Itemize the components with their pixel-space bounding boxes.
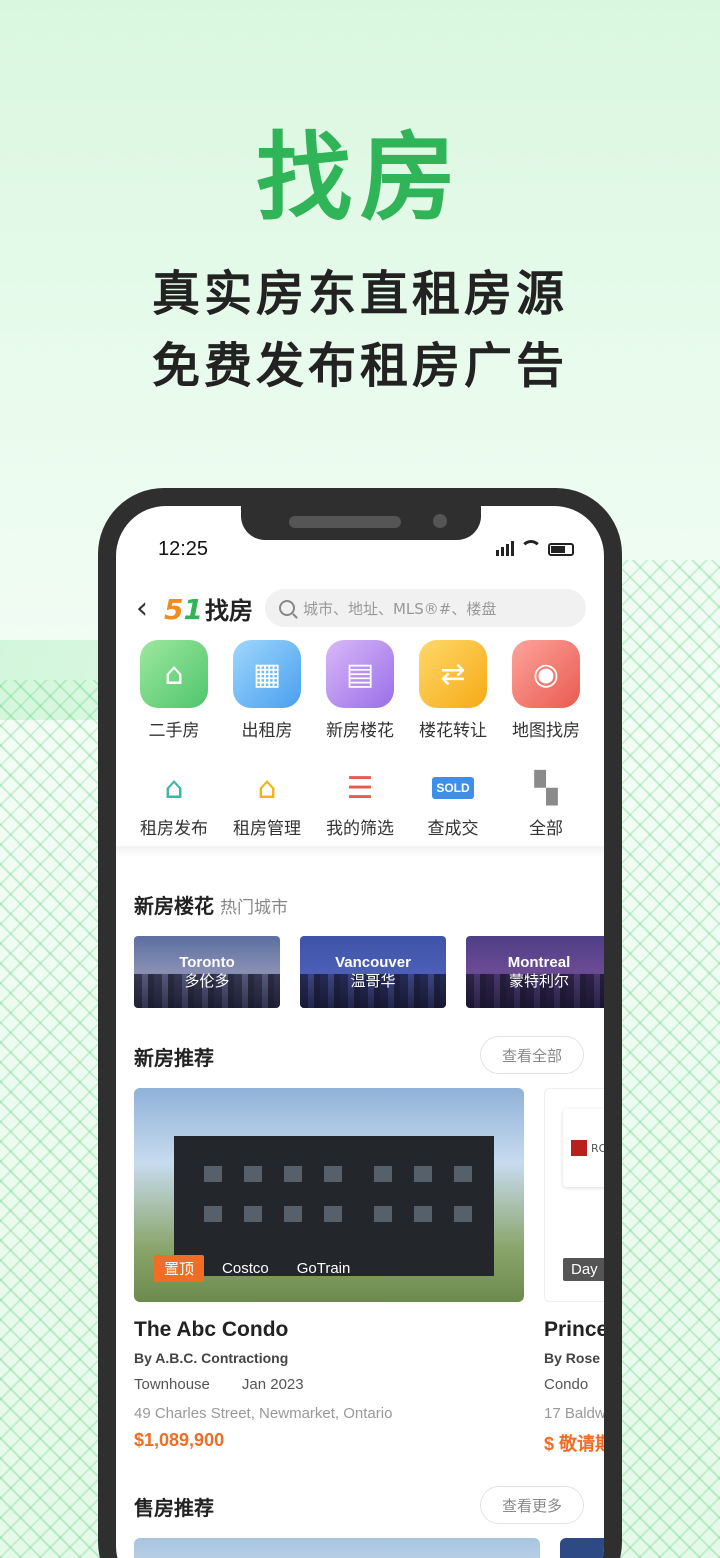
city-name-en: Vancouver [335, 954, 411, 971]
category-map[interactable]: ◉ 地图找房 [500, 640, 592, 741]
tool-label: 租房发布 [140, 819, 208, 839]
tool-label: 我的筛选 [326, 819, 394, 839]
promo-line-2: 免费发布租房广告 [151, 338, 568, 394]
city-card-montreal[interactable]: Montreal 蒙特利尔 [466, 936, 604, 1008]
tool-my-filters[interactable]: ☰ 我的筛选 [314, 768, 406, 840]
sale-listing-photo[interactable] [134, 1538, 540, 1558]
speaker [289, 516, 401, 528]
section-sale-title: 售房推荐 [134, 1496, 214, 1520]
back-icon[interactable]: ‹ [136, 591, 158, 626]
tool-manage-rental[interactable]: ⌂ 租房管理 [221, 768, 313, 840]
city-name-zh: 温哥华 [350, 972, 396, 990]
listing-meta: Townhouse Jan 2023 [134, 1376, 524, 1393]
status-icons [496, 540, 574, 556]
main-category-row: ⌂ 二手房 ▦ 出租房 ▤ 新房楼花 ⇄ 楼花转让 ◉ 地图找房 [128, 640, 592, 741]
category-label: 地图找房 [512, 721, 580, 741]
city-name-zh: 蒙特利尔 [508, 972, 569, 990]
city-card-vancouver[interactable]: Vancouver 温哥华 [300, 936, 446, 1008]
app-logo: 5 1 找房 [164, 591, 253, 626]
promo-line-1: 真实房东直租房源 [151, 266, 568, 322]
listing-tag: Day [563, 1258, 604, 1281]
city-card-toronto[interactable]: Toronto 多伦多 [134, 936, 280, 1008]
listing-card[interactable]: 置顶 Costco GoTrain The Abc Condo By A.B.C… [134, 1088, 524, 1456]
view-more-button[interactable]: 查看更多 [480, 1486, 584, 1524]
category-resale[interactable]: ⌂ 二手房 [128, 640, 220, 741]
listing-address: 17 Baldw [544, 1405, 604, 1422]
edit-house-icon: ⌂ [164, 770, 184, 806]
listing-developer: By Rose [544, 1350, 601, 1366]
recommend-cards: 置顶 Costco GoTrain The Abc Condo By A.B.C… [134, 1088, 604, 1456]
developer-logo: ROS DEVE [563, 1109, 604, 1187]
pinned-badge: 置顶 [154, 1255, 205, 1282]
notch [241, 506, 481, 540]
tool-label: 租房管理 [233, 819, 301, 839]
category-assignment[interactable]: ⇄ 楼花转让 [407, 640, 499, 741]
listing-type: Townhouse [134, 1376, 210, 1393]
city-name-en: Toronto [179, 954, 235, 971]
listing-address: 49 Charles Street, Newmarket, Ontario [134, 1405, 393, 1422]
gear-house-icon: ⌂ [257, 770, 277, 806]
camera [433, 514, 447, 528]
logo-digit-1: 1 [183, 592, 203, 626]
tool-label: 查成交 [427, 819, 479, 839]
listing-name: The Abc Condo [134, 1318, 289, 1341]
sold-icon: SOLD [407, 768, 499, 808]
wifi-icon [520, 540, 542, 556]
house-icon: ⌂ [140, 640, 208, 708]
city-row: Toronto 多伦多 Vancouver 温哥华 Montreal 蒙特利尔 [134, 936, 604, 1008]
tool-post-rental[interactable]: ⌂ 租房发布 [128, 768, 220, 840]
category-label: 新房楼花 [326, 721, 394, 741]
listing-meta: Condo [544, 1376, 604, 1393]
listing-price: $1,089,900 [134, 1430, 225, 1450]
search-placeholder: 城市、地址、MLS®#、楼盘 [302, 599, 497, 618]
map-pin-icon: ◉ [512, 640, 580, 708]
tool-label: 全部 [529, 819, 563, 839]
category-label: 楼花转让 [419, 721, 487, 741]
section-new-homes-title: 新房楼花 热门城市 [134, 890, 288, 919]
logo-digit-5: 5 [164, 592, 184, 626]
listing-type: Condo [544, 1376, 589, 1393]
listing-tag: Costco [222, 1260, 269, 1277]
view-all-button[interactable]: 查看全部 [480, 1036, 584, 1074]
new-building-icon: ▤ [326, 640, 394, 708]
tool-sold-lookup[interactable]: SOLD 查成交 [407, 768, 499, 839]
listing-tag: GoTrain [296, 1260, 351, 1277]
sale-listing-photo[interactable] [560, 1538, 604, 1558]
developer-logo-text: ROS DEVE [591, 1141, 604, 1155]
listing-photo: 置顶 Costco GoTrain [134, 1088, 524, 1302]
listing-price: $ 敬请期 [544, 1434, 604, 1454]
city-name-zh: 多伦多 [184, 972, 230, 990]
section-subtitle: 热门城市 [220, 898, 288, 918]
divider [116, 846, 604, 858]
listing-developer: By A.B.C. Contractiong [134, 1350, 289, 1366]
transfer-icon: ⇄ [419, 640, 487, 708]
grid-icon: ▚ [534, 770, 558, 806]
logo-text: 找房 [204, 596, 253, 625]
section-title-text: 新房楼花 [134, 894, 214, 918]
listing-date: Jan 2023 [241, 1376, 304, 1393]
promo-headline: 找房 [256, 122, 464, 234]
tool-all[interactable]: ▚ 全部 [500, 768, 592, 840]
listing-name: Prince [544, 1318, 604, 1341]
listing-photo: ROS DEVE Day [544, 1088, 604, 1302]
tool-row: ⌂ 租房发布 ⌂ 租房管理 ☰ 我的筛选 SOLD 查成交 ▚ 全部 [128, 768, 592, 840]
battery-icon [548, 543, 574, 556]
category-label: 出租房 [241, 721, 293, 741]
building-icon: ▦ [233, 640, 301, 708]
phone-screen: 12:25 ‹ 5 1 找房 城市、地址、MLS®#、楼盘 ⌂ 二手房 ▦ 出租… [116, 506, 604, 1558]
status-time: 12:25 [158, 538, 209, 560]
search-icon [278, 600, 295, 616]
section-recommend-title: 新房推荐 [134, 1046, 214, 1070]
search-input[interactable]: 城市、地址、MLS®#、楼盘 [264, 589, 586, 627]
city-name-en: Montreal [507, 954, 571, 971]
phone-frame: 12:25 ‹ 5 1 找房 城市、地址、MLS®#、楼盘 ⌂ 二手房 ▦ 出租… [98, 488, 622, 1558]
signal-icon [496, 541, 514, 556]
filter-icon: ☰ [346, 770, 374, 806]
listing-tags: 置顶 Costco GoTrain [154, 1255, 360, 1282]
top-bar: ‹ 5 1 找房 城市、地址、MLS®#、楼盘 [136, 588, 586, 628]
category-label: 二手房 [148, 721, 200, 741]
category-new-homes[interactable]: ▤ 新房楼花 [314, 640, 406, 741]
listing-card[interactable]: ROS DEVE Day Prince By Rose Condo 17 Bal… [544, 1088, 604, 1456]
category-rental[interactable]: ▦ 出租房 [221, 640, 313, 741]
